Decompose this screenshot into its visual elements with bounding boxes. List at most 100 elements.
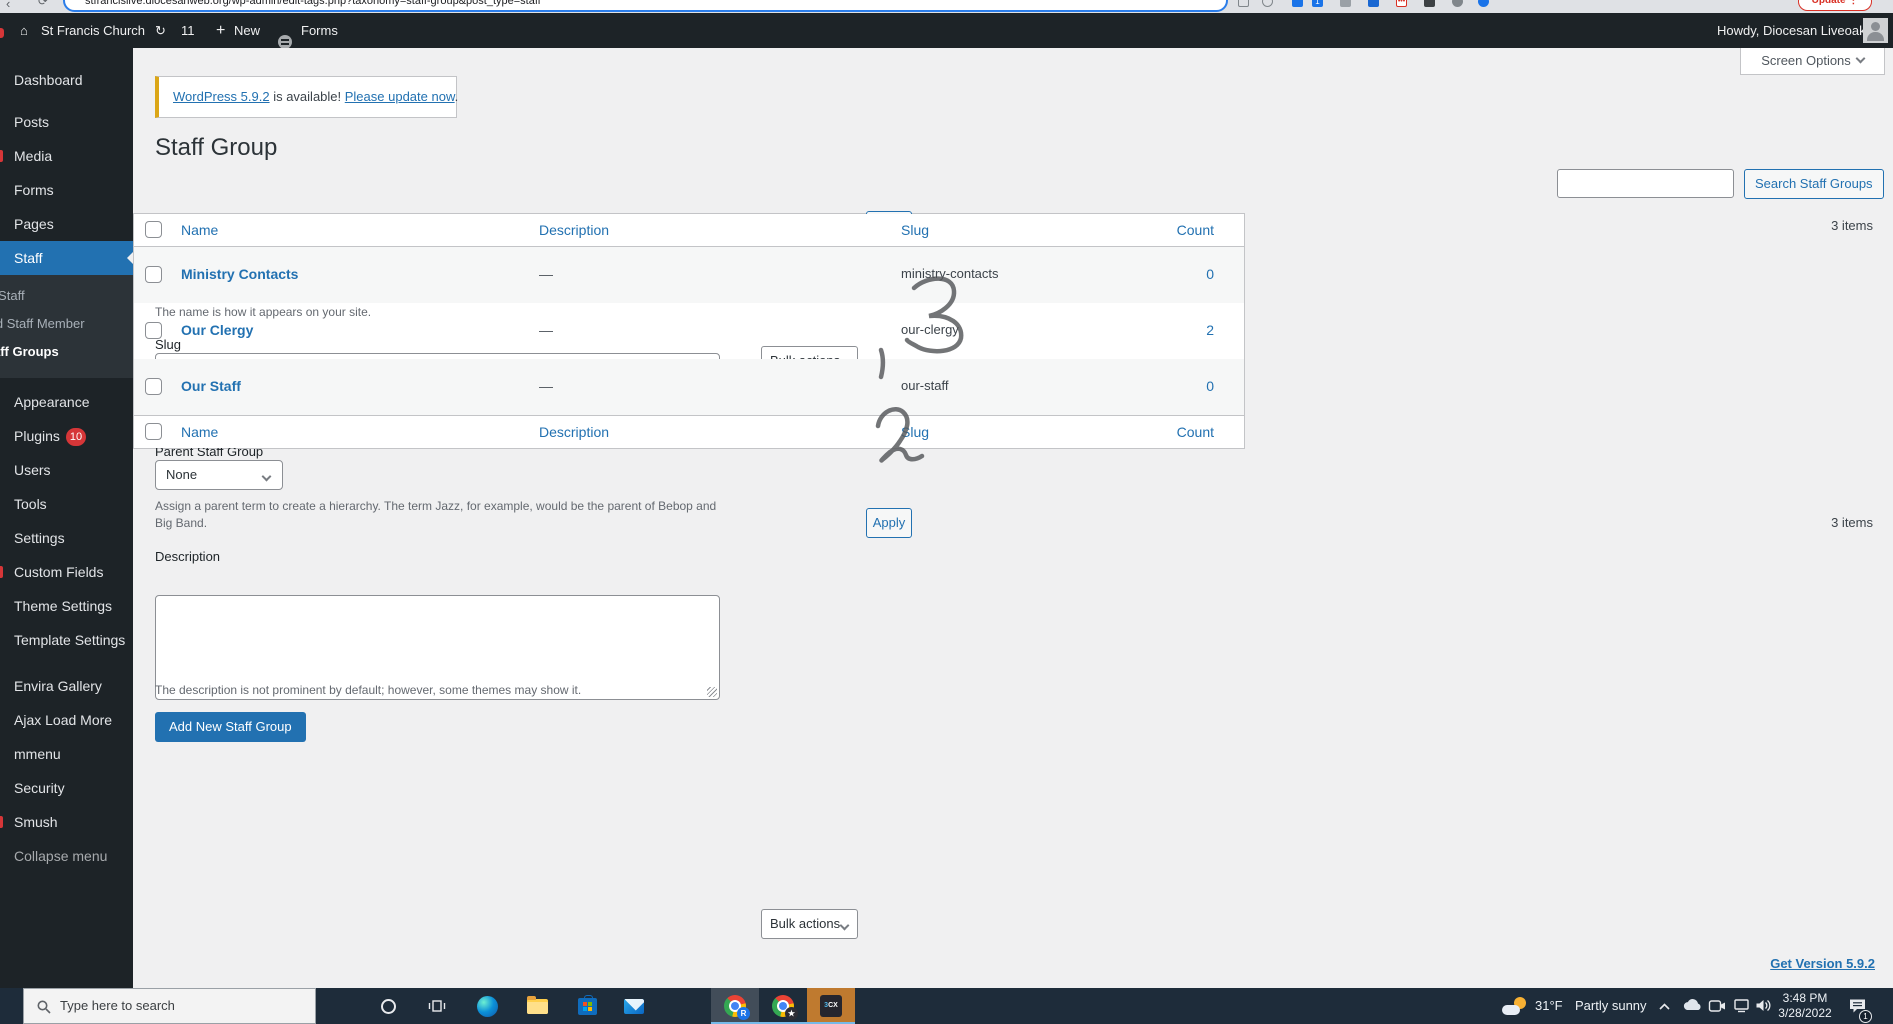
column-footer-name[interactable]: Name (181, 424, 218, 440)
new-content-menu[interactable]: New (234, 13, 260, 48)
submenu-staff-groups[interactable]: Staff Groups (0, 338, 133, 366)
term-count-link[interactable]: 0 (1206, 266, 1214, 282)
extension-icon[interactable] (1368, 0, 1379, 7)
select-all-checkbox[interactable] (145, 423, 162, 440)
apply-button-bottom[interactable]: Apply (866, 508, 912, 538)
sidebar-item-ajax-load-more[interactable]: Ajax Load More (0, 703, 133, 737)
screen-options-button[interactable]: Screen Options (1740, 48, 1885, 75)
column-header-description[interactable]: Description (539, 222, 609, 238)
extension-badge-icon[interactable]: 1 (1312, 0, 1323, 7)
search-staff-groups-button[interactable]: Search Staff Groups (1744, 169, 1884, 199)
back-icon[interactable]: ‹ (6, 0, 10, 11)
share-icon[interactable] (1238, 0, 1249, 7)
gravity-forms-icon[interactable] (278, 23, 292, 49)
sidebar-item-mmenu[interactable]: mmenu (0, 737, 133, 771)
sidebar-item-theme-settings[interactable]: Theme Settings (0, 589, 133, 623)
mail-button[interactable] (610, 988, 658, 1024)
site-home-icon[interactable]: ⌂ (20, 13, 28, 48)
column-footer-description[interactable]: Description (539, 424, 609, 440)
submenu-all-staff[interactable]: All Staff (0, 282, 133, 310)
lastpass-icon[interactable]: ••• (1396, 0, 1407, 7)
sidebar-item-settings[interactable]: Settings (0, 521, 133, 555)
column-header-name[interactable]: Name (181, 222, 218, 238)
row-checkbox[interactable] (145, 378, 162, 395)
wordpress-version-link[interactable]: WordPress 5.9.2 (173, 89, 270, 104)
bulk-actions-select-bottom[interactable]: Bulk actions (761, 909, 858, 939)
get-version-link[interactable]: Get Version 5.9.2 (1770, 956, 1875, 971)
table-row: Ministry Contacts — ministry-contacts 0 (134, 247, 1244, 303)
sidebar-item-security[interactable]: Security (0, 771, 133, 805)
collapse-menu-button[interactable]: Collapse menu (0, 839, 133, 873)
updates-icon[interactable]: ↻ (155, 13, 166, 48)
chrome-profile-r-button[interactable]: R (711, 988, 759, 1024)
sidebar-item-appearance[interactable]: Appearance (0, 385, 133, 419)
onedrive-icon[interactable] (1682, 998, 1702, 1017)
sidebar-item-media[interactable]: Media (0, 139, 133, 173)
updates-count[interactable]: 11 (181, 13, 195, 48)
volume-icon[interactable] (1755, 998, 1772, 1018)
sidebar-item-posts[interactable]: Posts (0, 105, 133, 139)
submenu-add-staff-member[interactable]: Add Staff Member (0, 310, 133, 338)
meet-now-icon[interactable] (1708, 998, 1726, 1019)
parent-staff-group-select[interactable]: None (155, 460, 283, 490)
site-name-menu[interactable]: St Francis Church (41, 13, 145, 48)
sidebar-item-plugins[interactable]: Plugins 10 (0, 419, 133, 453)
column-footer-count[interactable]: Count (1177, 424, 1214, 440)
profile-avatar[interactable] (1478, 0, 1489, 7)
term-name-link[interactable]: Our Staff (181, 378, 241, 394)
sidebar-item-users[interactable]: Users (0, 453, 133, 487)
row-checkbox[interactable] (145, 266, 162, 283)
taskbar-clock[interactable]: 3:48 PM 3/28/2022 (1772, 991, 1838, 1021)
column-header-count[interactable]: Count (1177, 222, 1214, 238)
file-explorer-button[interactable] (513, 988, 561, 1024)
forms-menu[interactable]: Forms (301, 13, 338, 48)
term-name-link[interactable]: Ministry Contacts (181, 266, 298, 282)
search-staff-groups-input[interactable] (1557, 169, 1734, 198)
term-count-link[interactable]: 2 (1206, 322, 1214, 338)
bookmark-star-icon[interactable] (1262, 0, 1273, 7)
profile-star-badge: ★ (785, 1007, 798, 1020)
puzzle-icon[interactable] (1452, 0, 1463, 7)
add-new-staff-group-button[interactable]: Add New Staff Group (155, 712, 306, 742)
chrome-update-button[interactable]: Update ⋮ (1798, 0, 1872, 11)
sidebar-item-template-settings[interactable]: Template Settings (0, 623, 133, 657)
term-name-link[interactable]: Our Clergy (181, 322, 253, 338)
sidebar-item-custom-fields[interactable]: Custom Fields (0, 555, 133, 589)
edge-button[interactable] (463, 988, 511, 1024)
please-update-link[interactable]: Please update now (345, 89, 455, 104)
weather-temperature[interactable]: 31°F (1535, 998, 1563, 1013)
sidebar-item-envira-gallery[interactable]: Envira Gallery (0, 669, 133, 703)
weather-description[interactable]: Partly sunny (1575, 998, 1647, 1013)
select-all-checkbox[interactable] (145, 221, 162, 238)
sidebar-item-smush[interactable]: Smush (0, 805, 133, 839)
extension-icon[interactable] (1340, 0, 1351, 7)
plus-icon[interactable]: + (216, 13, 225, 48)
sidebar-item-pages[interactable]: Pages (0, 207, 133, 241)
sidebar-item-staff[interactable]: Staff (0, 241, 133, 275)
home-extension-icon[interactable] (1424, 0, 1435, 7)
network-icon[interactable] (1733, 998, 1751, 1018)
start-button[interactable] (0, 998, 8, 1014)
microsoft-store-button[interactable] (563, 988, 611, 1024)
sidebar-item-tools[interactable]: Tools (0, 487, 133, 521)
howdy-account-menu[interactable]: Howdy, Diocesan Liveoak (1717, 13, 1866, 48)
row-checkbox[interactable] (145, 322, 162, 339)
sidebar-item-dashboard[interactable]: Dashboard (0, 63, 133, 97)
column-footer-slug[interactable]: Slug (901, 424, 929, 440)
sidebar-item-forms[interactable]: Forms (0, 173, 133, 207)
extension-icon[interactable] (1292, 0, 1303, 7)
3cx-app-button[interactable]: 3CX (807, 988, 855, 1024)
action-center-button[interactable]: 1 (1848, 998, 1872, 1023)
chrome-profile-star-button[interactable]: ★ (759, 988, 807, 1024)
term-count-link[interactable]: 0 (1206, 378, 1214, 394)
column-header-slug[interactable]: Slug (901, 222, 929, 238)
user-avatar[interactable] (1863, 18, 1888, 43)
task-view-button[interactable] (413, 988, 461, 1024)
reload-icon[interactable]: ⟳ (38, 0, 48, 8)
show-hidden-icons-chevron[interactable] (1658, 998, 1671, 1016)
weather-icon[interactable] (1502, 997, 1526, 1015)
notice-text: is available! (269, 89, 345, 104)
cortana-button[interactable] (364, 988, 412, 1024)
taskbar-search-box[interactable]: Type here to search (23, 988, 316, 1024)
address-bar[interactable]: stfrancislive.diocesanweb.org/wp-admin/e… (63, 0, 1228, 12)
